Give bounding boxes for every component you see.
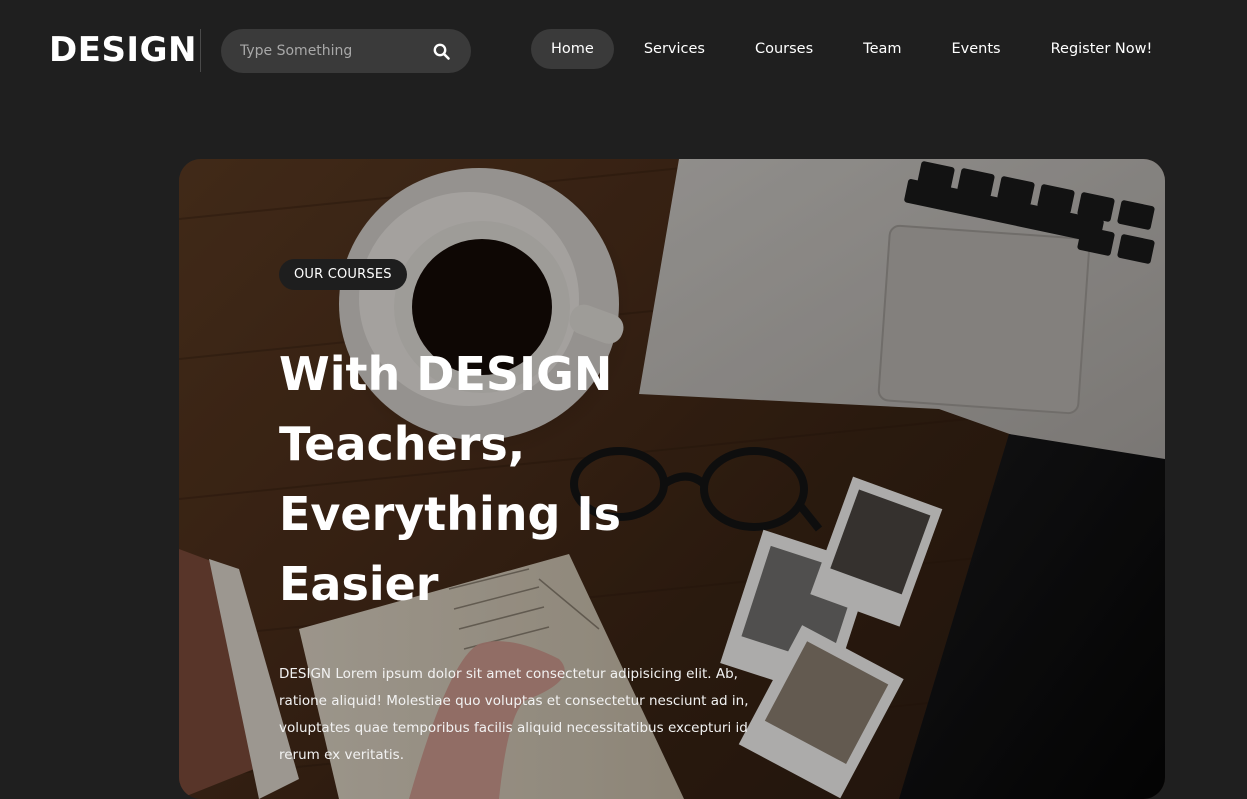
nav-item-team[interactable]: Team [838,29,926,69]
hero-title: With DESIGN Teachers, Everything Is Easi… [279,347,621,611]
site-header: DESIGN Home Services Courses Team Events… [0,0,1247,100]
search-input[interactable] [240,29,430,73]
logo[interactable]: DESIGN [49,28,197,72]
main-nav: Home Services Courses Team Events Regist… [531,29,1172,69]
nav-item-register[interactable]: Register Now! [1026,29,1173,69]
section-badge: OUR COURSES [279,259,407,290]
nav-item-courses[interactable]: Courses [735,29,838,69]
hero-description: DESIGN Lorem ipsum dolor sit amet consec… [279,666,749,763]
nav-item-services[interactable]: Services [614,29,735,69]
logo-divider [200,29,201,72]
nav-item-events[interactable]: Events [927,29,1026,69]
nav-item-home[interactable]: Home [531,29,614,69]
search-icon[interactable] [432,42,452,62]
